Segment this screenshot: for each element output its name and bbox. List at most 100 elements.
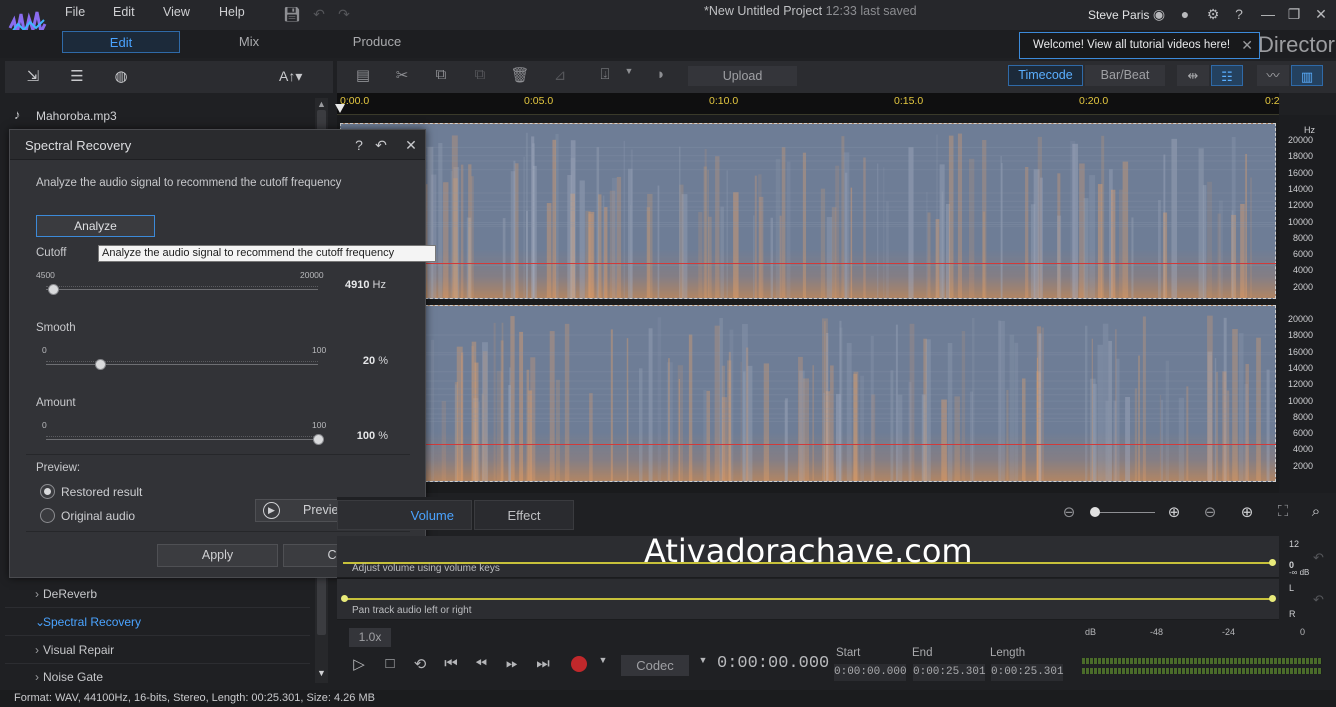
- record-dropdown-icon[interactable]: ▼: [593, 655, 613, 675]
- go-start-icon[interactable]: ⏮︎: [441, 655, 461, 675]
- smooth-slider-knob[interactable]: [95, 359, 107, 370]
- mode-tab-mix[interactable]: Mix: [190, 31, 308, 53]
- go-end-icon[interactable]: ⏭︎: [533, 655, 553, 675]
- timecode-button[interactable]: Timecode: [1008, 65, 1083, 86]
- zoom-slider[interactable]: [1093, 512, 1155, 513]
- codec-dropdown-icon[interactable]: ▼: [693, 655, 713, 675]
- import-icon[interactable]: ⇲: [22, 67, 44, 87]
- cut-icon[interactable]: ✂: [391, 66, 413, 86]
- pan-envelope[interactable]: [343, 598, 1273, 600]
- minimize-icon[interactable]: —: [1259, 5, 1277, 23]
- upload-button[interactable]: Upload: [688, 66, 797, 86]
- undo-icon[interactable]: ↶: [310, 5, 328, 23]
- barbeat-button[interactable]: Bar/Beat: [1085, 65, 1165, 86]
- menu-file[interactable]: File: [65, 5, 85, 19]
- redo-icon[interactable]: ↷: [335, 5, 353, 23]
- playback-speed[interactable]: 1.0x: [349, 628, 391, 647]
- marker-icon[interactable]: ⍗: [594, 66, 616, 86]
- user-name[interactable]: Steve Paris: [1088, 8, 1149, 22]
- help-icon[interactable]: ?: [350, 136, 368, 154]
- envelope-point[interactable]: [1269, 559, 1276, 566]
- mode-tab-edit[interactable]: Edit: [62, 31, 180, 53]
- cutoff-slider-knob[interactable]: [48, 284, 60, 295]
- user-account-icon[interactable]: ◉: [1150, 5, 1168, 23]
- end-time-field[interactable]: 0:00:25.301: [913, 664, 986, 681]
- length-time-field[interactable]: 0:00:25.301: [991, 664, 1064, 681]
- record-icon[interactable]: [571, 656, 587, 672]
- amount-slider[interactable]: [46, 439, 318, 440]
- help-icon[interactable]: ?: [1230, 5, 1248, 23]
- cutoff-slider[interactable]: [46, 289, 318, 290]
- smooth-slider[interactable]: [46, 364, 318, 365]
- capture-icon[interactable]: ◗: [650, 66, 672, 86]
- original-audio-label[interactable]: Original audio: [61, 509, 135, 523]
- waveform-view-icon[interactable]: 〰: [1257, 65, 1289, 86]
- tab-volume[interactable]: Volume: [337, 500, 472, 530]
- marker-dropdown-icon[interactable]: ▼: [618, 66, 640, 86]
- library-file-item[interactable]: ♪ Mahoroba.mp3: [5, 104, 310, 128]
- zoom-in-icon[interactable]: ⊕: [1163, 503, 1185, 525]
- spectral-view-icon[interactable]: ▥: [1291, 65, 1323, 86]
- trim-icon[interactable]: ⊿: [549, 66, 571, 86]
- rewind-icon[interactable]: ⏪︎: [471, 655, 491, 675]
- notification-icon[interactable]: ●: [1176, 5, 1194, 23]
- original-audio-radio[interactable]: [40, 508, 55, 523]
- edit-clip-icon[interactable]: ▤: [352, 66, 374, 86]
- start-time-field[interactable]: 0:00:00.000: [834, 664, 907, 681]
- restore-icon[interactable]: ❐: [1285, 5, 1303, 23]
- reset-volume-icon[interactable]: ↶: [1313, 550, 1324, 566]
- timeline-ruler[interactable]: [337, 93, 1279, 115]
- delete-icon[interactable]: 🗑︎: [509, 66, 531, 86]
- zoom-selection-icon[interactable]: ⌕: [1305, 503, 1327, 525]
- globe-icon[interactable]: ◍: [110, 67, 132, 87]
- loop-icon[interactable]: ⟲: [410, 655, 430, 675]
- spectrogram-right-channel[interactable]: [340, 305, 1276, 482]
- scroll-up-icon[interactable]: ▲: [317, 99, 326, 109]
- fit-view-icon[interactable]: ⛶: [1272, 503, 1294, 525]
- copy-icon[interactable]: ⧉: [430, 66, 452, 86]
- save-icon[interactable]: 💾︎: [283, 5, 301, 23]
- stop-icon[interactable]: □: [380, 655, 400, 675]
- playhead-marker[interactable]: [335, 104, 345, 113]
- text-size-button[interactable]: A↑▾: [279, 68, 302, 85]
- codec-button[interactable]: Codec: [621, 655, 689, 676]
- restored-result-label[interactable]: Restored result: [61, 485, 142, 499]
- fast-forward-icon[interactable]: ⏩︎: [502, 655, 522, 675]
- welcome-text[interactable]: Welcome! View all tutorial videos here!: [1033, 39, 1230, 51]
- hz-tick: 2000: [1292, 281, 1313, 292]
- close-window-icon[interactable]: ✕: [1312, 5, 1330, 23]
- mode-tab-produce[interactable]: Produce: [318, 31, 436, 53]
- envelope-point[interactable]: [341, 595, 348, 602]
- analyze-button[interactable]: Analyze: [36, 215, 155, 237]
- reset-icon[interactable]: ↶: [372, 136, 390, 154]
- apply-button[interactable]: Apply: [157, 544, 278, 567]
- close-icon[interactable]: ✕: [402, 136, 420, 154]
- menu-view[interactable]: View: [163, 5, 190, 19]
- fit-horizontal-icon[interactable]: ⇹: [1177, 65, 1209, 86]
- envelope-point[interactable]: [1269, 595, 1276, 602]
- playlist-icon[interactable]: ☰: [66, 67, 88, 87]
- pan-track[interactable]: Pan track audio left or right: [337, 579, 1279, 620]
- zoom-out-icon[interactable]: ⊖: [1058, 503, 1080, 525]
- play-icon[interactable]: ▷: [349, 655, 369, 675]
- close-banner-icon[interactable]: ✕: [1241, 33, 1253, 58]
- scroll-down-icon[interactable]: ▼: [317, 668, 326, 678]
- spectrogram-area[interactable]: [337, 115, 1279, 493]
- tab-effect[interactable]: Effect: [474, 500, 574, 530]
- snap-icon[interactable]: ☷: [1211, 65, 1243, 86]
- reset-pan-icon[interactable]: ↶: [1313, 592, 1324, 608]
- restored-result-radio[interactable]: [40, 484, 55, 499]
- menu-edit[interactable]: Edit: [113, 5, 135, 19]
- paste-icon[interactable]: ⧉: [469, 66, 491, 86]
- sidebar-item-noise-gate[interactable]: › Noise Gate: [5, 664, 310, 691]
- zoom-in-vertical-icon[interactable]: ⊕: [1236, 503, 1258, 525]
- sidebar-item-dereverb[interactable]: › DeReverb: [5, 581, 310, 608]
- sidebar-item-spectral-recovery[interactable]: ⌄ Spectral Recovery: [5, 609, 310, 636]
- welcome-banner[interactable]: Welcome! View all tutorial videos here! ✕: [1019, 32, 1260, 59]
- spectrogram-left-channel[interactable]: [340, 123, 1276, 299]
- zoom-slider-knob[interactable]: [1090, 507, 1100, 517]
- zoom-out-vertical-icon[interactable]: ⊖: [1199, 503, 1221, 525]
- menu-help[interactable]: Help: [219, 5, 245, 19]
- settings-gear-icon[interactable]: ⚙: [1204, 5, 1222, 23]
- sidebar-item-visual-repair[interactable]: › Visual Repair: [5, 637, 310, 664]
